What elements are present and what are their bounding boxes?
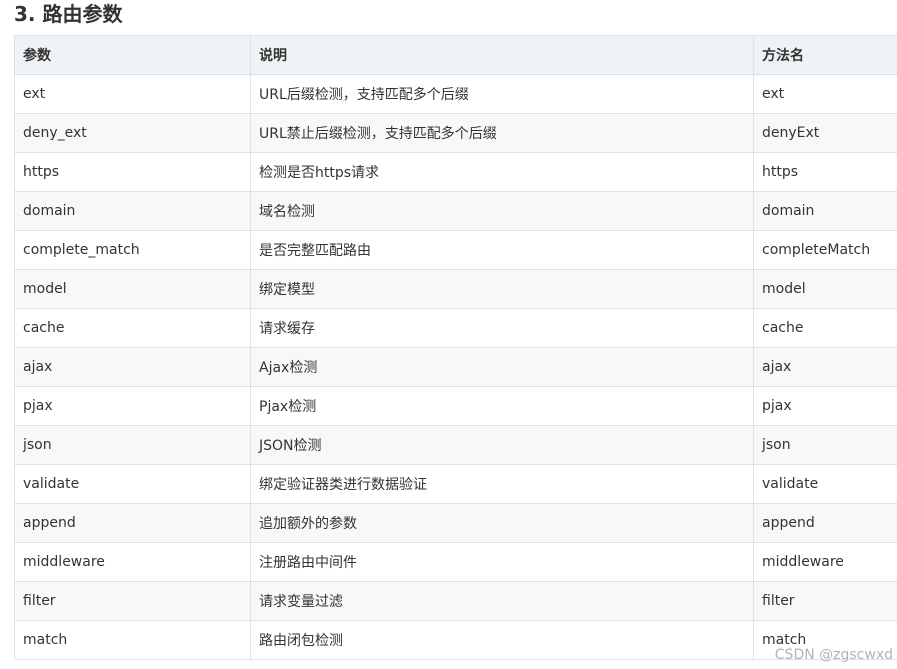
method-cell: filter xyxy=(753,581,897,621)
description-cell: JSON检测 xyxy=(250,425,754,465)
table-row: cache 请求缓存 cache xyxy=(14,308,897,348)
table-row: https 检测是否https请求 https xyxy=(14,152,897,192)
param-cell: pjax xyxy=(14,386,251,426)
table-row: middleware 注册路由中间件 middleware xyxy=(14,542,897,582)
param-cell: append xyxy=(14,503,251,543)
description-cell: 请求缓存 xyxy=(250,308,754,348)
document-page: 3. 路由参数 参数 说明 方法名 ext URL后缀检测，支持匹配多个后缀 e… xyxy=(0,0,897,669)
param-cell: deny_ext xyxy=(14,113,251,153)
description-cell: 注册路由中间件 xyxy=(250,542,754,582)
description-cell: 请求变量过滤 xyxy=(250,581,754,621)
method-cell: append xyxy=(753,503,897,543)
table-row: model 绑定模型 model xyxy=(14,269,897,309)
param-cell: validate xyxy=(14,464,251,504)
method-cell: denyExt xyxy=(753,113,897,153)
param-cell: complete_match xyxy=(14,230,251,270)
description-cell: 是否完整匹配路由 xyxy=(250,230,754,270)
description-cell: 追加额外的参数 xyxy=(250,503,754,543)
param-cell: middleware xyxy=(14,542,251,582)
table-row: domain 域名检测 domain xyxy=(14,191,897,231)
method-cell: json xyxy=(753,425,897,465)
description-cell: URL禁止后缀检测，支持匹配多个后缀 xyxy=(250,113,754,153)
method-cell: model xyxy=(753,269,897,309)
description-cell: 域名检测 xyxy=(250,191,754,231)
table-row: validate 绑定验证器类进行数据验证 validate xyxy=(14,464,897,504)
table-row: ext URL后缀检测，支持匹配多个后缀 ext xyxy=(14,74,897,114)
table-row: deny_ext URL禁止后缀检测，支持匹配多个后缀 denyExt xyxy=(14,113,897,153)
table-row: complete_match 是否完整匹配路由 completeMatch xyxy=(14,230,897,270)
table-row: match 路由闭包检测 match xyxy=(14,620,897,660)
table-row: pjax Pjax检测 pjax xyxy=(14,386,897,426)
param-cell: ext xyxy=(14,74,251,114)
param-cell: https xyxy=(14,152,251,192)
method-cell: pjax xyxy=(753,386,897,426)
method-cell: completeMatch xyxy=(753,230,897,270)
description-cell: URL后缀检测，支持匹配多个后缀 xyxy=(250,74,754,114)
method-cell: https xyxy=(753,152,897,192)
method-cell: cache xyxy=(753,308,897,348)
description-cell: 路由闭包检测 xyxy=(250,620,754,660)
table-row: append 追加额外的参数 append xyxy=(14,503,897,543)
table-row: filter 请求变量过滤 filter xyxy=(14,581,897,621)
param-cell: cache xyxy=(14,308,251,348)
table-row: ajax Ajax检测 ajax xyxy=(14,347,897,387)
method-cell: middleware xyxy=(753,542,897,582)
description-cell: 检测是否https请求 xyxy=(250,152,754,192)
param-cell: model xyxy=(14,269,251,309)
table-header-row: 参数 说明 方法名 xyxy=(14,35,897,75)
method-cell: ext xyxy=(753,74,897,114)
description-cell: 绑定验证器类进行数据验证 xyxy=(250,464,754,504)
section-title: 3. 路由参数 xyxy=(14,2,123,26)
param-cell: domain xyxy=(14,191,251,231)
watermark: CSDN @zgscwxd xyxy=(774,647,893,663)
method-cell: validate xyxy=(753,464,897,504)
header-method-name: 方法名 xyxy=(753,35,897,75)
description-cell: Ajax检测 xyxy=(250,347,754,387)
route-params-table: 参数 说明 方法名 ext URL后缀检测，支持匹配多个后缀 ext deny_… xyxy=(14,35,897,660)
header-description: 说明 xyxy=(250,35,754,75)
table-row: json JSON检测 json xyxy=(14,425,897,465)
param-cell: filter xyxy=(14,581,251,621)
method-cell: ajax xyxy=(753,347,897,387)
header-param: 参数 xyxy=(14,35,251,75)
param-cell: match xyxy=(14,620,251,660)
param-cell: json xyxy=(14,425,251,465)
description-cell: Pjax检测 xyxy=(250,386,754,426)
param-cell: ajax xyxy=(14,347,251,387)
description-cell: 绑定模型 xyxy=(250,269,754,309)
method-cell: domain xyxy=(753,191,897,231)
